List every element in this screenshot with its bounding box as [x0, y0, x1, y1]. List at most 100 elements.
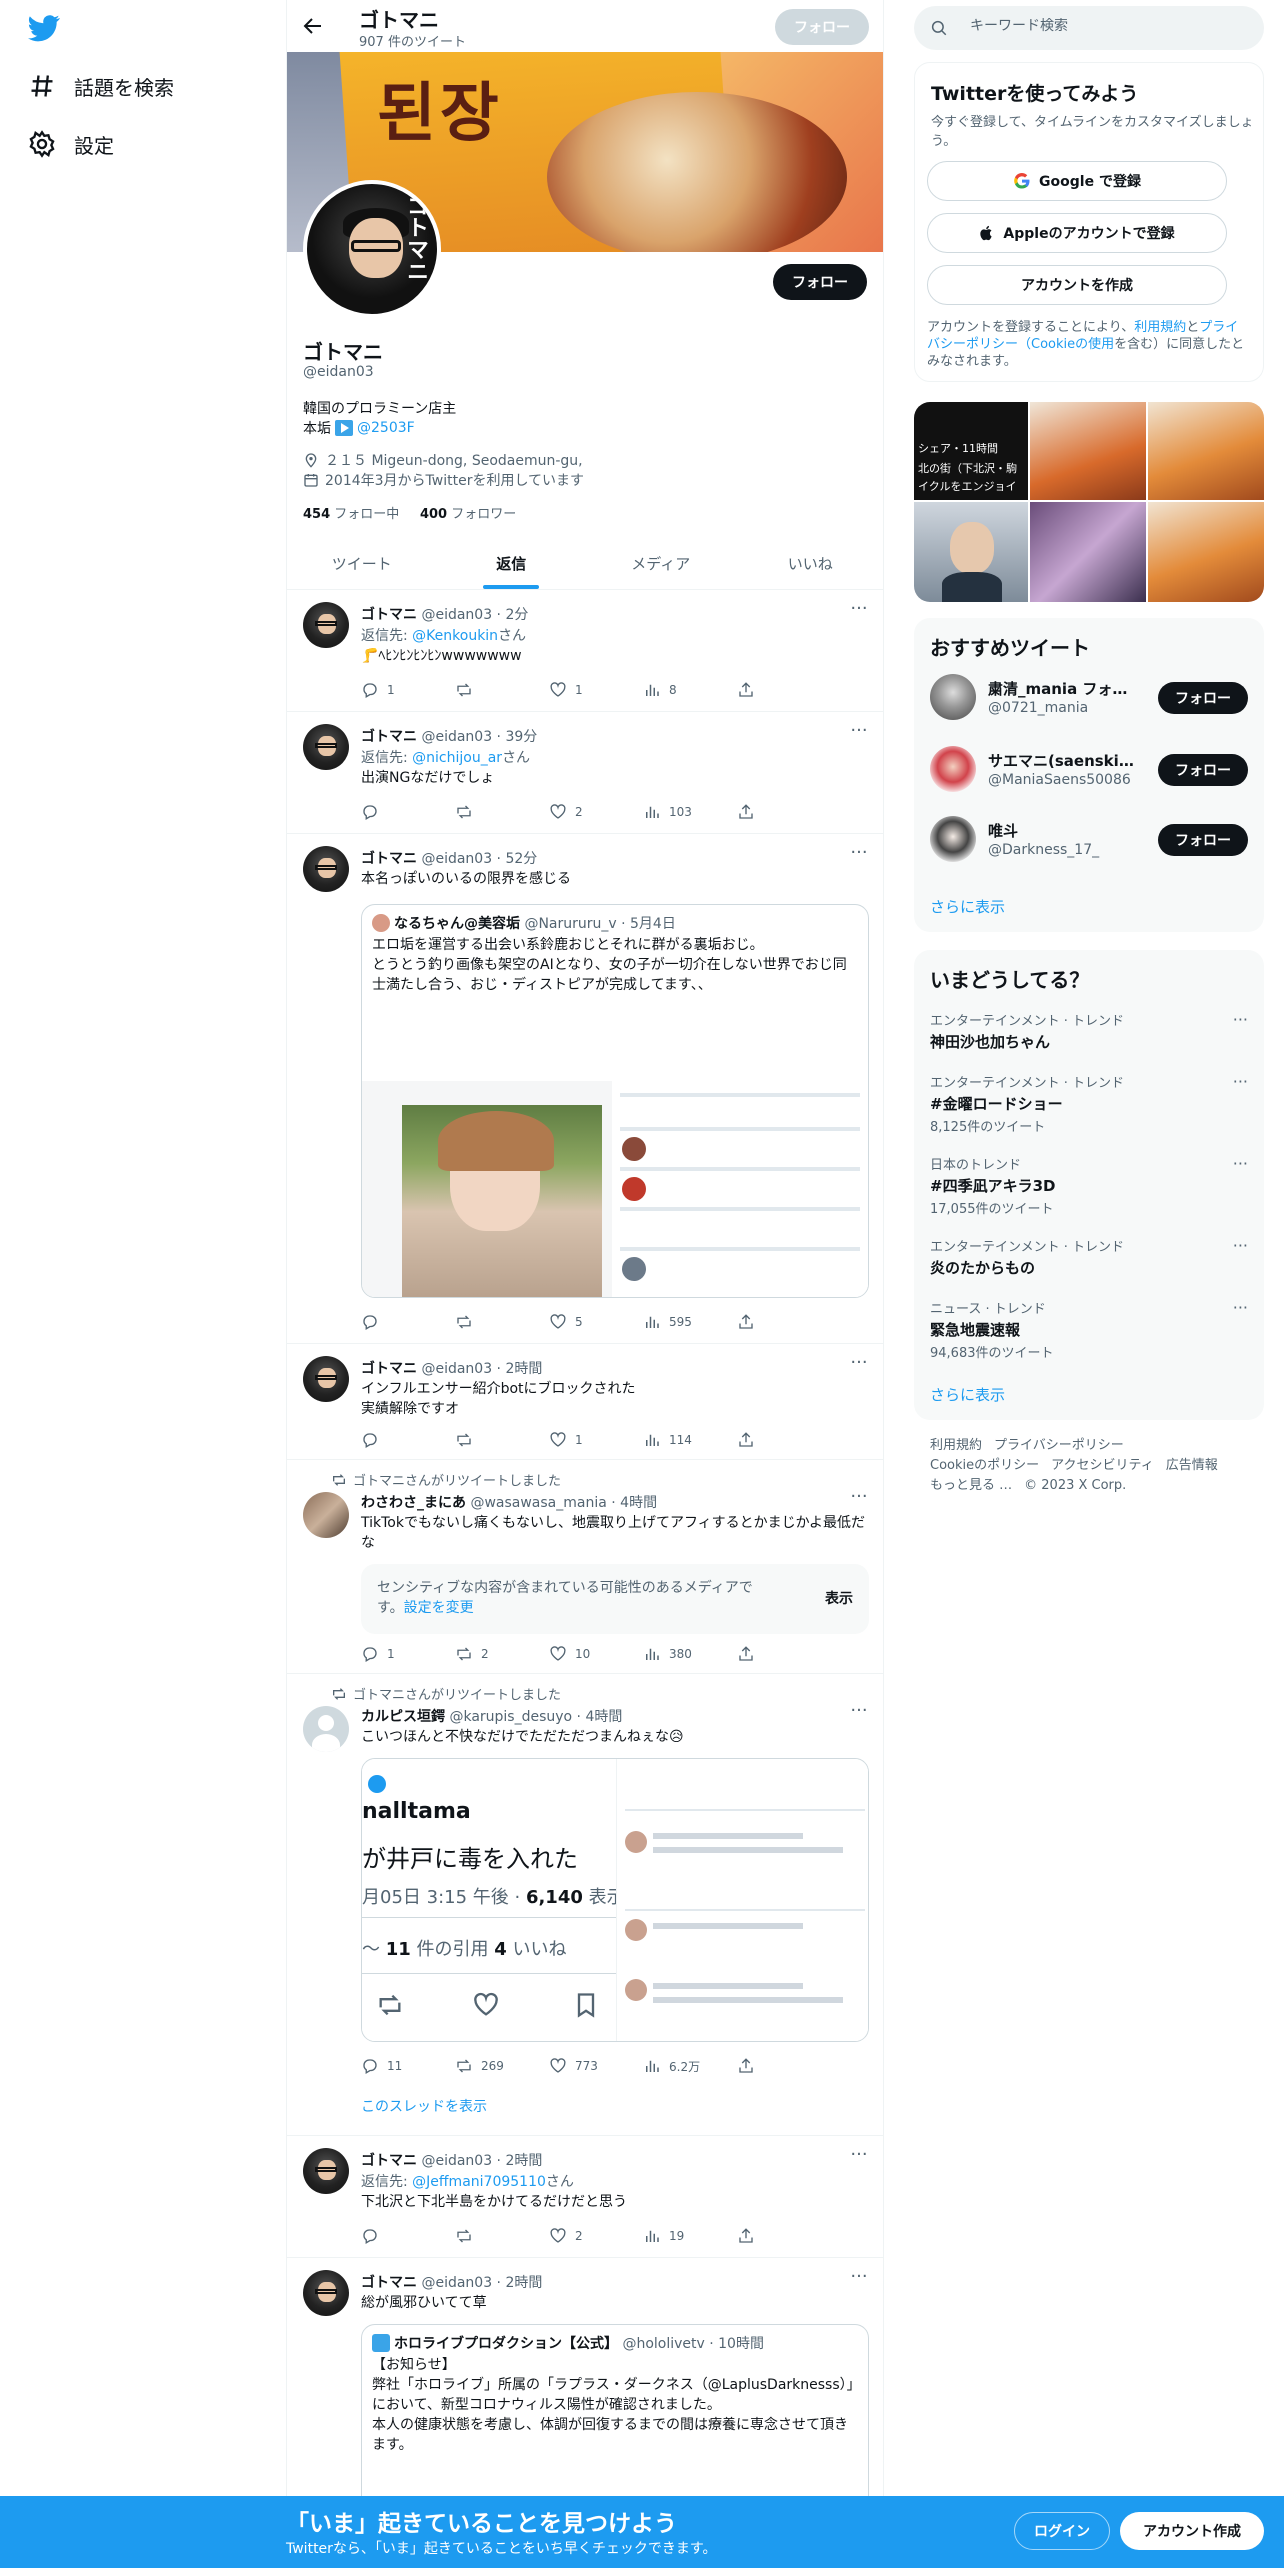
tweet[interactable]: ゴトマニ @eidan03 · 2分 ··· 返信先: @Kenkoukinさん…: [287, 590, 883, 712]
trend-item[interactable]: ニュース · トレンド 緊急地震速報 94,683件のツイート ···: [930, 1298, 1248, 1361]
more-options-icon[interactable]: ···: [849, 2268, 869, 2292]
like-button[interactable]: 1: [549, 1430, 643, 1450]
more-options-icon[interactable]: ···: [849, 844, 869, 868]
tweet-avatar[interactable]: [303, 846, 349, 892]
footer-privacy-link[interactable]: プライバシーポリシー: [994, 1438, 1124, 1453]
tab-likes[interactable]: いいね: [736, 538, 884, 589]
back-arrow-icon[interactable]: [301, 14, 325, 38]
profile-follow-button[interactable]: フォロー: [773, 264, 867, 300]
tweet[interactable]: ゴトマニ @eidan03 · 2時間 ··· インフルエンサー紹介botにブロ…: [287, 1344, 883, 1460]
more-options-icon[interactable]: ···: [849, 1702, 869, 1726]
tweet[interactable]: ゴトマニさんがリツイートしました わさわさ_まにあ @wasawasa_mani…: [287, 1460, 883, 1674]
profile-avatar[interactable]: ゴトマニ: [303, 180, 441, 318]
footer-terms-link[interactable]: 利用規約: [930, 1438, 982, 1453]
like-button[interactable]: 1: [549, 680, 643, 700]
tweet-author-name[interactable]: ゴトマニ: [361, 851, 417, 867]
nav-settings[interactable]: 設定: [28, 124, 114, 164]
tweet-avatar[interactable]: [303, 602, 349, 648]
tweet-author-name[interactable]: ゴトマニ: [361, 607, 417, 623]
signup-button[interactable]: アカウント作成: [1120, 2512, 1264, 2550]
share-button[interactable]: [737, 1312, 755, 1332]
share-button[interactable]: [737, 1644, 755, 1664]
more-options-icon[interactable]: ···: [1233, 1236, 1248, 1255]
retweet-button[interactable]: 269: [455, 2056, 549, 2076]
retweet-button[interactable]: [455, 802, 549, 822]
follow-button[interactable]: フォロー: [1158, 682, 1248, 714]
footer-ads-link[interactable]: 広告情報: [1166, 1458, 1218, 1473]
trend-item[interactable]: エンターテインメント · トレンド 神田沙也加ちゃん ···: [930, 1010, 1248, 1072]
search-input[interactable]: [970, 18, 1240, 34]
tweet-avatar[interactable]: [303, 1492, 349, 1538]
tweet[interactable]: ゴトマニさんがリツイートしました カルピス垣鍔 @karupis_desuyo …: [287, 1674, 883, 2136]
show-thread-link[interactable]: このスレッドを表示: [361, 2096, 487, 2116]
bio-link[interactable]: @2503F: [357, 420, 415, 436]
retweet-button[interactable]: [455, 680, 549, 700]
tweet-avatar[interactable]: [303, 724, 349, 770]
more-options-icon[interactable]: ···: [849, 600, 869, 624]
views-button[interactable]: 114: [643, 1430, 737, 1450]
tweet-media-image[interactable]: nalltama が井戸に毒を入れた 月05日 3:15 午後 · 6,140 …: [361, 1758, 869, 2042]
footer-cookie-link[interactable]: Cookieのポリシー: [930, 1458, 1039, 1473]
tweet-avatar[interactable]: [303, 2270, 349, 2316]
more-options-icon[interactable]: ···: [1233, 1154, 1248, 1173]
retweet-button[interactable]: [455, 1312, 549, 1332]
share-button[interactable]: [737, 680, 755, 700]
views-button[interactable]: 6.2万: [643, 2056, 737, 2076]
login-button[interactable]: ログイン: [1014, 2512, 1110, 2550]
more-options-icon[interactable]: ···: [1233, 1298, 1248, 1317]
change-settings-link[interactable]: 設定を変更: [404, 1600, 474, 1616]
like-button[interactable]: 10: [549, 1644, 643, 1664]
followers-stat[interactable]: 400 フォロワー: [420, 507, 516, 522]
trend-item[interactable]: エンターテインメント · トレンド 炎のたからもの ···: [930, 1236, 1248, 1298]
follow-button[interactable]: フォロー: [1158, 754, 1248, 786]
following-stat[interactable]: 454 フォロー中: [303, 507, 399, 522]
reply-button[interactable]: [361, 1430, 455, 1450]
views-button[interactable]: 595: [643, 1312, 737, 1332]
share-button[interactable]: [737, 802, 755, 822]
like-button[interactable]: 5: [549, 1312, 643, 1332]
tweet[interactable]: ゴトマニ @eidan03 · 52分 ··· 本名っぽいのいるの限界を感じる …: [287, 834, 883, 1344]
recommended-account[interactable]: サエマニ(saenskin_… @ManiaSaens50086 フォロー: [930, 742, 1248, 798]
trend-item[interactable]: 日本のトレンド #四季凪アキラ3D 17,055件のツイート ···: [930, 1154, 1248, 1217]
tweet-author-name[interactable]: わさわさ_まにあ: [361, 1495, 466, 1511]
tab-media[interactable]: メディア: [586, 538, 736, 589]
views-button[interactable]: 103: [643, 802, 737, 822]
recommended-show-more-link[interactable]: さらに表示: [930, 896, 1005, 917]
more-options-icon[interactable]: ···: [1233, 1010, 1248, 1029]
more-options-icon[interactable]: ···: [849, 1354, 869, 1378]
reply-button[interactable]: [361, 2226, 455, 2246]
retweet-button[interactable]: [455, 2226, 549, 2246]
terms-link[interactable]: 利用規約: [1134, 320, 1186, 335]
recommended-account[interactable]: 粛清_mania フォロ… @0721_mania フォロー: [930, 670, 1248, 726]
share-button[interactable]: [737, 2226, 755, 2246]
reply-button[interactable]: 11: [361, 2056, 455, 2076]
tweet-avatar[interactable]: [303, 1706, 349, 1752]
quoted-tweet[interactable]: なるちゃん@美容垢 @Narururu_v · 5月4日 エロ垢を運営する出会い…: [361, 904, 869, 1298]
reply-button[interactable]: [361, 802, 455, 822]
tweet-author-name[interactable]: カルピス垣鍔: [361, 1709, 445, 1725]
reply-to-link[interactable]: @Jeffmani7095110: [412, 2174, 546, 2190]
tweet-avatar[interactable]: [303, 2148, 349, 2194]
media-preview-strip[interactable]: シェア・11時間 北の街（下北沢・駒 イクルをエンジョイ: [914, 402, 1264, 602]
nav-explore[interactable]: 話題を検索: [28, 66, 174, 106]
header-follow-button[interactable]: フォロー: [775, 9, 869, 45]
tab-replies[interactable]: 返信: [437, 538, 587, 589]
create-account-button[interactable]: アカウントを作成: [927, 265, 1227, 305]
share-button[interactable]: [737, 2056, 755, 2076]
reply-button[interactable]: [361, 1312, 455, 1332]
more-options-icon[interactable]: ···: [849, 1488, 869, 1512]
reply-button[interactable]: 1: [361, 1644, 455, 1664]
show-media-button[interactable]: 表示: [825, 1588, 853, 1608]
reply-button[interactable]: 1: [361, 680, 455, 700]
like-button[interactable]: 2: [549, 802, 643, 822]
recommended-account[interactable]: 唯斗 @Darkness_17_ フォロー: [930, 812, 1248, 868]
retweet-button[interactable]: [455, 1430, 549, 1450]
footer-more-link[interactable]: もっと見る …: [930, 1478, 1012, 1493]
reply-to-link[interactable]: @nichijou_ar: [412, 750, 502, 766]
tweet-author-name[interactable]: ゴトマニ: [361, 729, 417, 745]
tweet-author-name[interactable]: ゴトマニ: [361, 1361, 417, 1377]
reply-to-link[interactable]: @Kenkoukin: [412, 628, 498, 644]
quote-media-image[interactable]: [362, 1081, 868, 1297]
trend-item[interactable]: エンターテインメント · トレンド #金曜ロードショー 8,125件のツイート …: [930, 1072, 1248, 1135]
views-button[interactable]: 380: [643, 1644, 737, 1664]
